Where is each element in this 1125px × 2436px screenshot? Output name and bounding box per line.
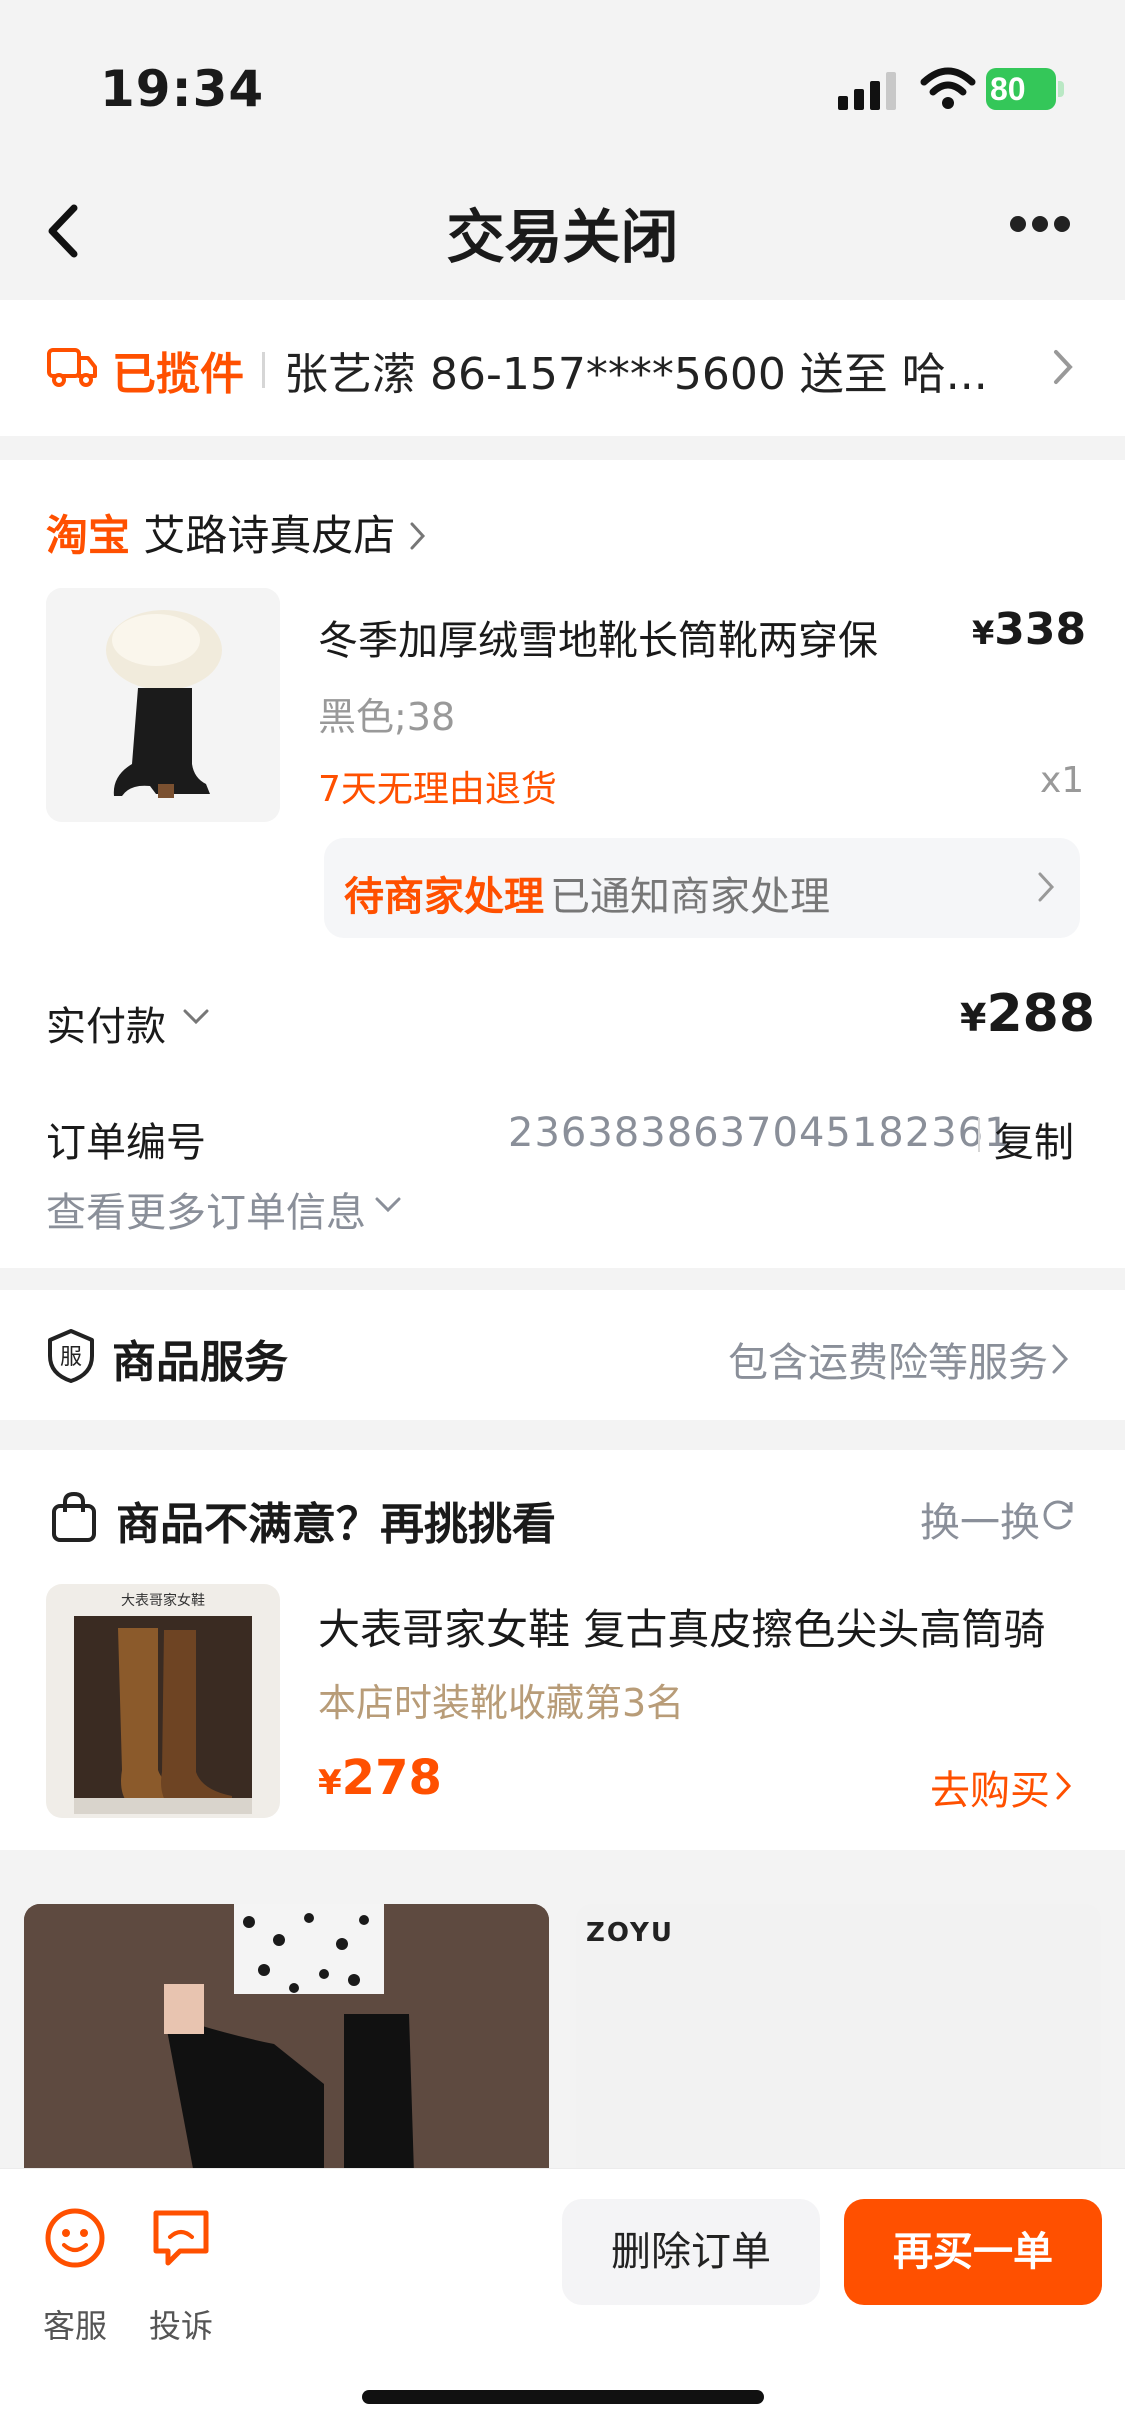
recommend-rank: 本店时装靴收藏第3名 — [318, 1681, 685, 1725]
chevron-right-icon — [1038, 872, 1055, 902]
recommendation-section: 商品不满意？再挑挑看 换一换 大表哥家女鞋 大表哥家女鞋 复古真皮擦色尖头高筒骑… — [0, 1450, 1125, 1850]
price-symbol: ¥ — [972, 614, 995, 652]
complain-button[interactable]: 投诉 — [146, 2203, 216, 2345]
battery-icon: 80 — [986, 68, 1064, 110]
shop-brand: 淘宝 — [46, 511, 131, 560]
status-time: 19:34 — [100, 60, 265, 118]
more-icon[interactable] — [1010, 216, 1090, 246]
customer-service-button[interactable]: 客服 — [40, 2203, 110, 2345]
refresh-button[interactable]: 换一换 — [920, 1490, 1040, 1548]
service-title: 商品服务 — [112, 1337, 288, 1388]
recommend-product-image[interactable]: 大表哥家女鞋 — [46, 1584, 280, 1818]
merchant-status-box[interactable]: 待商家处理 已通知商家处理 — [324, 838, 1080, 938]
chevron-right-icon — [1054, 350, 1073, 384]
boot-image — [46, 588, 280, 822]
copy-button[interactable]: 复制 — [994, 1110, 1074, 1168]
page-title: 交易关闭 — [446, 203, 679, 271]
buy-button[interactable]: 去购买 — [930, 1758, 1050, 1816]
product-price: ¥338 — [972, 604, 1086, 655]
delete-order-button[interactable]: 删除订单 — [562, 2199, 820, 2305]
customer-service-icon — [45, 2208, 105, 2268]
battery-level: 80 — [986, 68, 1056, 110]
chevron-right-icon — [410, 522, 425, 550]
chevron-right-icon — [1052, 1344, 1069, 1374]
price-value: 338 — [994, 604, 1087, 655]
shopping-bag-icon — [52, 1491, 96, 1542]
price-value: 278 — [341, 1750, 442, 1806]
shield-service-icon: 服 — [48, 1329, 94, 1383]
wifi-icon — [920, 67, 976, 109]
feed-product-image — [24, 1904, 549, 2174]
shop-link[interactable]: 淘宝 艾路诗真皮店 — [46, 502, 427, 563]
recommend-price: ¥278 — [318, 1750, 442, 1806]
complain-label: 投诉 — [148, 2307, 213, 2345]
product-service-row[interactable]: 服 商品服务 包含运费险等服务 — [0, 1290, 1125, 1420]
order-card: 淘宝 艾路诗真皮店 冬季加厚绒雪地靴长筒靴两穿保 ¥338 黑色;38 7天无理… — [0, 460, 1125, 1268]
logistics-bar[interactable]: 已揽件 张艺潆 86-157****5600 送至 哈... — [0, 300, 1125, 436]
recommend-title: 商品不满意？再挑挑看 — [116, 1499, 556, 1550]
feed-card[interactable]: ZOYU — [576, 1904, 1101, 2174]
service-description: 包含运费险等服务 — [728, 1340, 1048, 1386]
paid-value: 288 — [986, 984, 1095, 1044]
chevron-down-icon — [375, 1197, 401, 1213]
refresh-icon[interactable] — [1040, 1496, 1076, 1532]
merchant-status: 待商家处理 — [344, 874, 544, 920]
more-order-info-link[interactable]: 查看更多订单信息 — [46, 1180, 366, 1238]
price-symbol: ¥ — [318, 1763, 342, 1803]
feed-card[interactable] — [24, 1904, 549, 2174]
product-image[interactable] — [46, 588, 280, 822]
product-spec: 黑色;38 — [318, 695, 456, 739]
merchant-note: 已通知商家处理 — [550, 874, 830, 920]
divider — [262, 352, 265, 388]
order-number: 2363838637045182361 — [508, 1110, 1011, 1156]
svg-text:服: 服 — [60, 1345, 82, 1370]
recommend-product-name[interactable]: 大表哥家女鞋 复古真皮擦色尖头高筒骑 — [318, 1596, 1088, 1657]
price-symbol: ¥ — [960, 996, 987, 1040]
truck-icon — [47, 348, 97, 387]
complain-icon — [153, 2210, 209, 2266]
navigation-header: 交易关闭 — [0, 160, 1125, 300]
chevron-down-icon[interactable] — [182, 1008, 210, 1026]
customer-service-label: 客服 — [42, 2307, 107, 2345]
paid-amount: ¥288 — [960, 984, 1095, 1044]
logistics-status: 已揽件 — [112, 349, 244, 400]
order-number-label: 订单编号 — [46, 1120, 206, 1166]
chevron-right-icon — [1056, 1772, 1072, 1800]
product-quantity: x1 — [1040, 760, 1085, 801]
logistics-detail: 张艺潆 86-157****5600 送至 哈... — [284, 349, 988, 400]
battery-tip — [1058, 81, 1064, 97]
product-title[interactable]: 冬季加厚绒雪地靴长筒靴两穿保 — [318, 608, 918, 666]
home-indicator — [362, 2390, 764, 2404]
paid-label[interactable]: 实付款 — [46, 994, 166, 1052]
return-policy-tag: 7天无理由退货 — [318, 769, 557, 810]
signal-icon — [838, 72, 896, 110]
boot-image — [74, 1616, 252, 1814]
brand-logo: ZOYU — [586, 1918, 674, 1948]
divider — [978, 1118, 980, 1152]
shop-name: 艾路诗真皮店 — [143, 511, 396, 560]
rebuy-button[interactable]: 再买一单 — [844, 2199, 1102, 2305]
